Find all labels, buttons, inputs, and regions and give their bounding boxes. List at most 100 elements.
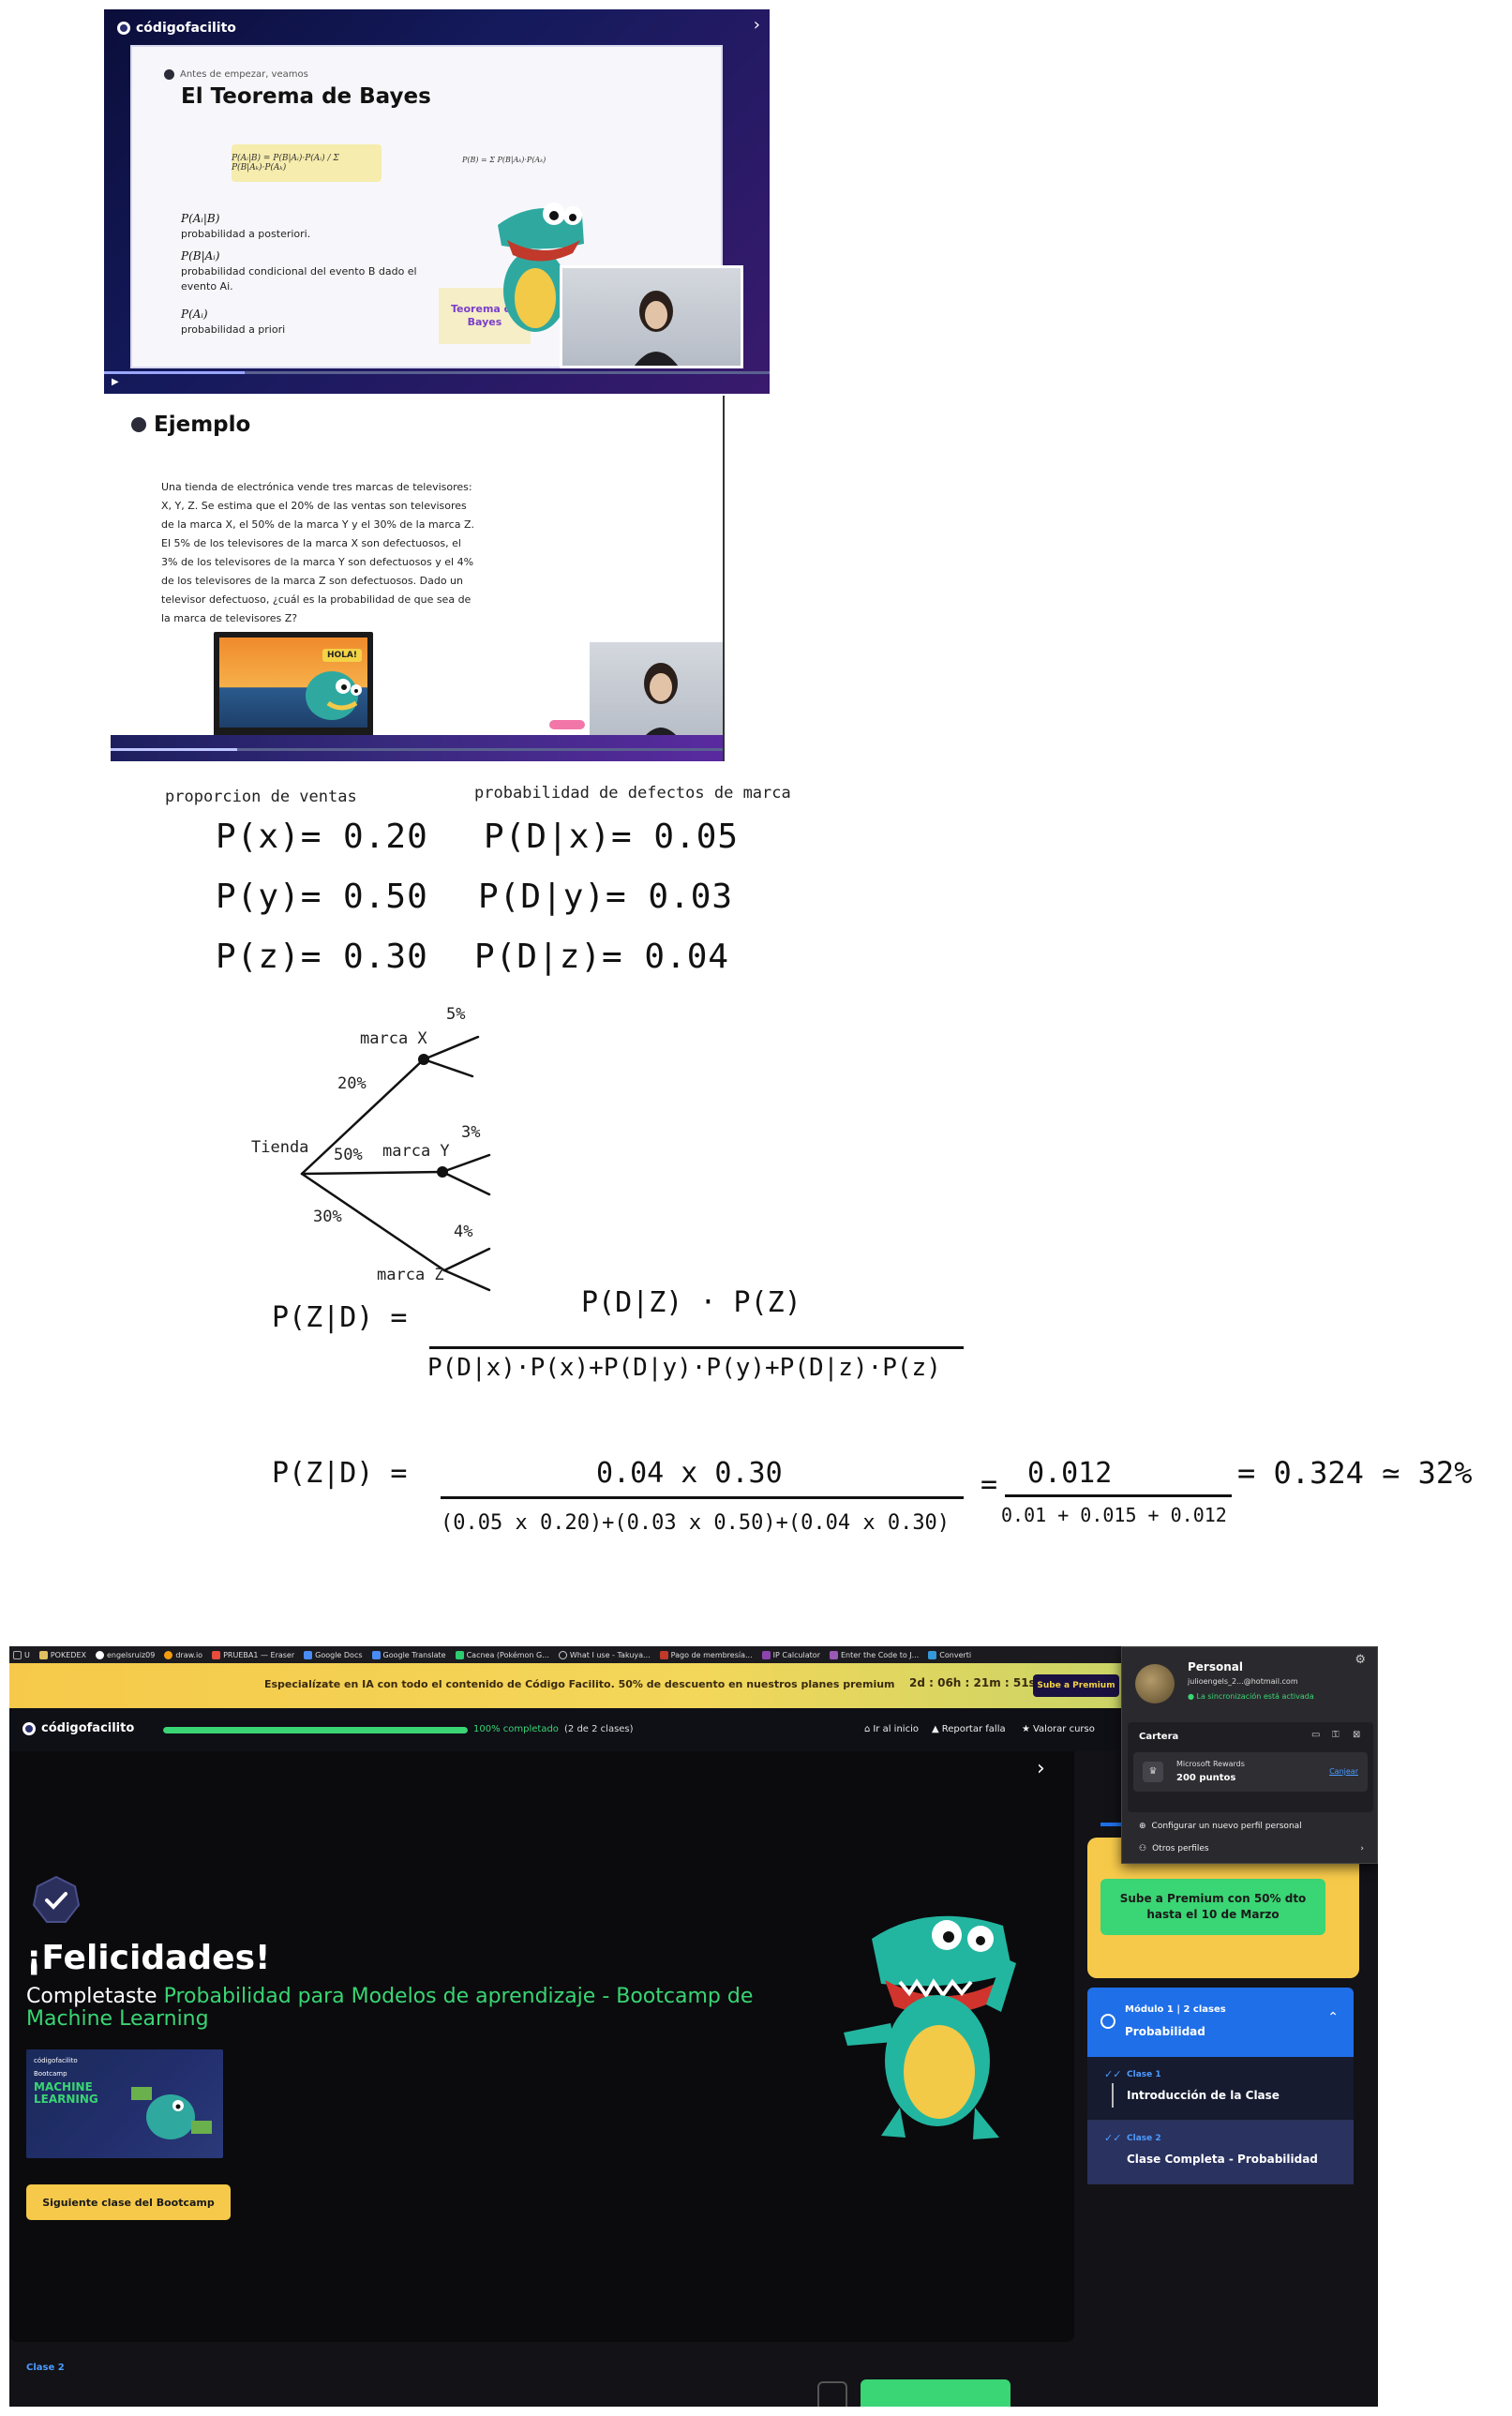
chevron-right-icon[interactable]: › [1037, 1757, 1045, 1780]
class-item-1[interactable]: ✓✓ Clase 1 Introducción de la Clase [1087, 2057, 1354, 2121]
tree-branch-z-pct: 30% [313, 1208, 342, 1226]
video-progress-fill [104, 371, 245, 374]
bookmark-4[interactable]: PRUEBA1 — Eraser [212, 1650, 294, 1659]
wallet-label: Cartera [1139, 1732, 1179, 1742]
chevron-right-icon: › [1360, 1844, 1364, 1853]
bookmark-9[interactable]: Pago de membresía... [659, 1650, 753, 1659]
avatar [1135, 1664, 1175, 1703]
bookmark-7[interactable]: Cacnea (Pokémon G... [455, 1650, 549, 1659]
bookmark-5[interactable]: Google Docs [304, 1650, 363, 1659]
profile-name: Personal [1188, 1660, 1243, 1673]
profile-popup: Personal julioengels_2...@hotmail.com ● … [1121, 1646, 1378, 1864]
example-title-block: Ejemplo [131, 413, 250, 437]
chevron-up-icon[interactable]: ⌃ [1327, 2010, 1339, 2025]
double-check-icon: ✓✓ [1104, 2132, 1122, 2144]
slide-pre-text: Antes de empezar, veamos [180, 69, 308, 80]
eq2-denominator-2: 0.01 + 0.015 + 0.012 [1001, 1504, 1227, 1526]
bookmark-8[interactable]: What I use - Takuya... [558, 1650, 651, 1659]
eq2-numerator-2: 0.012 [1027, 1457, 1113, 1490]
people-icon: ⚇ [1139, 1844, 1147, 1853]
eq2-equals: = [981, 1468, 998, 1501]
brand-label: códigofacilito [136, 21, 236, 36]
term-conditional: P(B|Aᵢ) [181, 249, 220, 263]
nav-home-link[interactable]: ⌂ Ir al inicio [864, 1724, 919, 1734]
bookmark-1[interactable]: POKEDEX [38, 1650, 86, 1659]
rewards-row: ♛ Microsoft Rewards 200 puntos Canjear [1133, 1752, 1368, 1792]
note-pdx: P(D|x)= 0.05 [484, 818, 740, 856]
check-badge-icon [32, 1875, 81, 1923]
note-pdz: P(D|z)= 0.04 [474, 938, 730, 976]
thumb-sub: Bootcamp [34, 2070, 67, 2078]
completed-text: Completaste Probabilidad para Modelos de… [26, 1986, 795, 2031]
crocodile-tv-icon [306, 671, 362, 720]
course-thumbnail[interactable]: códigofacilito Bootcamp MACHINE LEARNING [26, 2049, 223, 2158]
tree-leaf-y: 3% [461, 1123, 481, 1142]
eq1-denominator: P(D|x)·P(x)+P(D|y)·P(y)+P(D|z)·P(z) [427, 1354, 941, 1382]
term-conditional-desc: probabilidad condicional del evento B da… [181, 265, 417, 293]
slide-pre: Antes de empezar, veamos [164, 69, 308, 80]
nav-rate-link[interactable]: ★ Valorar curso [1022, 1724, 1095, 1734]
video-panel-example: Ejemplo Una tienda de electrónica vende … [111, 396, 725, 761]
example-paragraph: Una tienda de electrónica vende tres mar… [161, 481, 475, 624]
check-circle-icon [1100, 2014, 1115, 2029]
completion-stage: › ¡Felicidades! Completaste Probabilidad… [9, 1751, 1074, 2342]
module-title: Probabilidad [1125, 2025, 1205, 2038]
gear-icon[interactable]: ⚙ [1355, 1653, 1366, 1667]
nav-report-link[interactable]: ▲ Reportar falla [932, 1724, 1006, 1734]
bookmark-3[interactable]: draw.io [164, 1650, 202, 1659]
premium-discount-button[interactable]: Sube a Premium con 50% dto hasta el 10 d… [1100, 1879, 1325, 1935]
bookmark-2[interactable]: engelsruiz09 [95, 1650, 155, 1659]
bottom-square-button[interactable] [817, 2381, 847, 2407]
other-profiles-option[interactable]: ⚇ Otros perfiles › [1139, 1844, 1364, 1853]
bookmark-6[interactable]: Google Translate [371, 1650, 446, 1659]
key-icon[interactable]: ⚿ [1332, 1730, 1340, 1740]
tree-leaf-x: 5% [446, 1005, 466, 1024]
logo-icon [22, 1721, 36, 1735]
bottom-class-label[interactable]: Clase 2 [26, 2363, 65, 2373]
eq2-result: = 0.324 ≃ 32% [1237, 1455, 1473, 1491]
promo-text: Especialízate en IA con todo el contenid… [264, 1678, 895, 1690]
term-posterior: P(Aᵢ|B) [181, 212, 220, 225]
card-icon[interactable]: ▭ [1311, 1730, 1320, 1740]
bottom-green-button[interactable] [861, 2379, 1010, 2407]
tree-leaf-z: 4% [454, 1223, 473, 1241]
bookmark-0[interactable]: U [13, 1650, 30, 1659]
tree-branch-y: marca Y [382, 1142, 450, 1161]
bookmark-10[interactable]: IP Calculator [761, 1650, 820, 1659]
class-item-2[interactable]: ✓✓ Clase 2 Clase Completa - Probabilidad [1087, 2121, 1354, 2184]
add-profile-option[interactable]: ⊕ Configurar un nuevo perfil personal [1139, 1822, 1302, 1831]
eq2-fraction-line [441, 1496, 964, 1499]
example-title: Ejemplo [154, 413, 251, 437]
lock-icon[interactable]: ⊠ [1353, 1730, 1360, 1740]
promo-premium-button[interactable]: Sube a Premium [1033, 1674, 1119, 1697]
course-progress-bar [163, 1727, 468, 1733]
course-progress-fill [163, 1727, 468, 1733]
chevron-right-icon[interactable]: › [754, 15, 760, 35]
presenter-icon [640, 663, 681, 742]
crocodile-thumb-icon [131, 2087, 212, 2139]
course-brand[interactable]: códigofacilito [22, 1721, 134, 1735]
bookmark-12[interactable]: Converti [928, 1650, 971, 1659]
play-icon[interactable]: ▶ [112, 377, 119, 387]
rewards-redeem-link[interactable]: Canjear [1329, 1767, 1358, 1776]
browser-window: U POKEDEX engelsruiz09 draw.io PRUEBA1 —… [9, 1646, 1378, 2407]
module-meta: Módulo 1 | 2 clases [1125, 2004, 1226, 2015]
tree-branch-y-pct: 50% [334, 1146, 363, 1164]
congrats-title: ¡Felicidades! [26, 1939, 271, 1977]
bookmark-11[interactable]: Enter the Code to J... [830, 1650, 919, 1659]
eq1-fraction-line [429, 1346, 964, 1349]
eq2-fraction-line-2 [1005, 1494, 1232, 1497]
course-progress-classes: (2 de 2 clases) [564, 1724, 634, 1734]
eq2-numerator: 0.04 x 0.30 [596, 1457, 783, 1490]
pink-pill [549, 720, 585, 729]
brand-logo: códigofacilito [117, 21, 236, 36]
next-class-button[interactable]: Siguiente clase del Bootcamp [26, 2184, 231, 2220]
tree-branch-x: marca X [360, 1029, 427, 1048]
eq2-denominator: (0.05 x 0.20)+(0.03 x 0.50)+(0.04 x 0.30… [441, 1511, 951, 1535]
promo-countdown: 2d : 06h : 21m : 51s [909, 1676, 1036, 1689]
warning-icon: ▲ [932, 1724, 939, 1734]
module-header[interactable]: Módulo 1 | 2 clases Probabilidad ⌃ [1087, 1988, 1354, 2057]
plus-circle-icon: ⊕ [1139, 1822, 1146, 1831]
note-pz: P(z)= 0.30 [216, 938, 428, 976]
trophy-icon: ♛ [1143, 1762, 1163, 1782]
